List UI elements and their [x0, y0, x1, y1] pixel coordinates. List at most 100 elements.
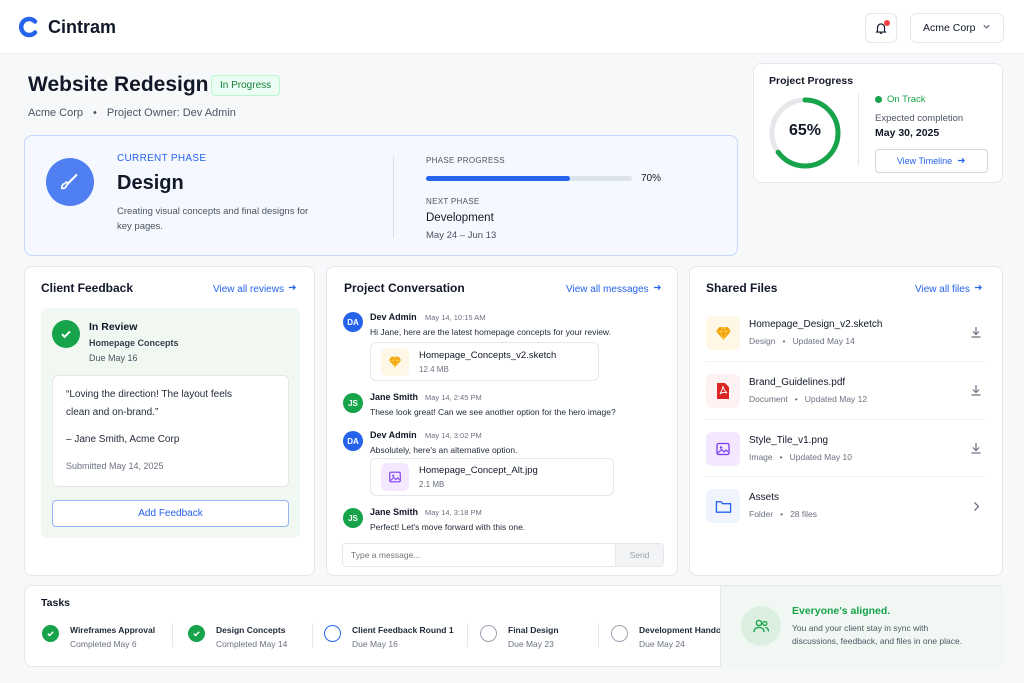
review-due: Due May 16 — [89, 353, 138, 363]
task-divider — [312, 623, 313, 647]
review-status: In Review — [89, 321, 138, 333]
next-phase-name: Development — [426, 212, 494, 224]
file-updated: Updated May 14 — [792, 336, 855, 346]
view-timeline-label: View Timeline — [896, 156, 953, 166]
attachment-info: Homepage_Concepts_v2.sketch 12.4 MB — [419, 350, 556, 374]
org-name: Acme Corp — [923, 22, 976, 34]
file-meta: Document • Updated May 12 — [749, 394, 867, 404]
sketch-icon — [381, 347, 409, 376]
task-status: Completed May 14 — [216, 639, 288, 649]
download-icon[interactable] — [970, 383, 982, 401]
current-phase-description: Creating visual concepts and final desig… — [117, 206, 309, 232]
file-type: Folder — [749, 509, 774, 519]
task-divider — [598, 623, 599, 647]
conversation-card: Project Conversation View all messages D… — [326, 266, 678, 576]
arrow-right-icon — [957, 156, 966, 167]
empty-circle-icon — [611, 625, 628, 642]
row-divider — [706, 361, 986, 362]
next-phase-dates: May 24 – Jun 13 — [426, 230, 497, 241]
task-divider — [172, 623, 173, 647]
message-input[interactable] — [343, 544, 615, 566]
on-track-status: On Track — [875, 94, 926, 105]
phase-progress-text: 70% — [641, 173, 662, 184]
quote-submitted: Submitted May 14, 2025 — [66, 461, 164, 471]
tasks-title: Tasks — [41, 597, 70, 609]
file-type: Image — [749, 452, 773, 462]
send-button[interactable]: Send — [615, 544, 663, 566]
message-text: These look great! Can we see another opt… — [370, 407, 616, 417]
cintram-logo-icon[interactable] — [18, 16, 40, 38]
message-time: May 14, 3:18 PM — [425, 508, 482, 517]
status-dot-icon — [875, 96, 882, 103]
file-row[interactable]: Homepage_Design_v2.sketch Design • Updated… — [706, 313, 988, 353]
message-attachment[interactable]: Homepage_Concepts_v2.sketch 12.4 MB — [370, 342, 599, 381]
view-all-reviews-link[interactable]: View all reviews — [213, 283, 297, 295]
task-name: Client Feedback Round 1 — [352, 625, 454, 635]
file-name: Assets — [749, 492, 780, 503]
file-name: Homepage_Design_v2.sketch — [749, 319, 883, 330]
message-text: Perfect! Let's move forward with this on… — [370, 522, 526, 532]
file-updated: Updated May 10 — [789, 452, 852, 462]
shared-files-title: Shared Files — [706, 281, 778, 295]
task-status: Due May 23 — [508, 639, 554, 649]
folder-icon — [706, 489, 740, 523]
meta-separator: • — [779, 452, 783, 462]
next-phase-label: NEXT PHASE — [426, 197, 480, 206]
expected-completion-date: May 30, 2025 — [875, 127, 940, 139]
add-feedback-label: Add Feedback — [138, 508, 203, 519]
file-meta: Image • Updated May 10 — [749, 452, 852, 462]
org-selector[interactable]: Acme Corp — [910, 13, 1004, 43]
tasks-row: Wireframes Approval Completed May 6 Design… — [42, 623, 727, 653]
current-phase-name: Design — [117, 172, 184, 194]
task-name: Design Concepts — [216, 625, 286, 635]
task-status: Due May 16 — [352, 639, 398, 649]
expected-completion-label: Expected completion — [875, 113, 964, 124]
chevron-right-icon[interactable] — [972, 499, 981, 517]
notifications-button[interactable] — [865, 13, 897, 43]
quote-line-2: clean and on-brand.” — [66, 407, 159, 418]
client-feedback-card: Client Feedback View all reviews In Revi… — [24, 266, 315, 576]
avatar: JS — [343, 508, 363, 528]
view-timeline-button[interactable]: View Timeline — [875, 149, 988, 173]
attachment-name: Homepage_Concepts_v2.sketch — [419, 349, 557, 361]
download-icon[interactable] — [970, 441, 982, 459]
meta-separator: • — [794, 394, 798, 404]
app-name[interactable]: Cintram — [48, 17, 116, 38]
sketch-icon — [706, 316, 740, 350]
image-icon — [381, 463, 409, 491]
file-type: Design — [749, 336, 776, 346]
check-circle-icon — [52, 320, 80, 348]
aligned-panel: Everyone's aligned. You and your client … — [720, 586, 1003, 667]
file-row[interactable]: Assets Folder • 28 files — [706, 486, 988, 526]
view-all-files-link[interactable]: View all files — [915, 283, 983, 295]
file-row[interactable]: Brand_Guidelines.pdf Document • Updated Ma… — [706, 371, 988, 411]
status-badge: In Progress — [211, 75, 281, 96]
review-item: Homepage Concepts — [89, 338, 179, 348]
quote-box: “Loving the direction! The layout feels … — [52, 375, 289, 487]
project-meta: Acme Corp • Project Owner: Dev Admin — [28, 107, 236, 119]
message-author: Dev Admin — [370, 430, 417, 440]
message-author: Dev Admin — [370, 312, 417, 322]
client-name: Acme Corp — [28, 107, 84, 119]
avatar: DA — [343, 431, 363, 451]
add-feedback-button[interactable]: Add Feedback — [52, 500, 289, 527]
check-circle-icon — [42, 625, 59, 642]
check-circle-icon — [188, 625, 205, 642]
aligned-text-1: You and your client stay in sync with — [792, 623, 929, 633]
tasks-card: Tasks Wireframes Approval Completed May 6… — [24, 585, 1003, 667]
file-row[interactable]: Style_Tile_v1.png Image • Updated May 10 — [706, 429, 988, 469]
file-updated: Updated May 12 — [804, 394, 868, 404]
download-icon[interactable] — [970, 325, 982, 343]
message-attachment[interactable]: Homepage_Concept_Alt.jpg 2.1 MB — [370, 458, 614, 496]
task-divider — [467, 623, 468, 647]
phase-progress-label: PHASE PROGRESS — [426, 156, 505, 165]
arrow-right-icon — [288, 283, 297, 295]
attachment-name: Homepage_Concept_Alt.jpg — [419, 465, 538, 476]
empty-circle-icon — [480, 625, 497, 642]
view-all-messages-link[interactable]: View all messages — [566, 283, 662, 295]
aligned-text-2: discussions, feedback, and files in one … — [792, 636, 963, 646]
row-divider — [706, 476, 986, 477]
shared-files-card: Shared Files View all files Homepage_Des… — [689, 266, 1003, 576]
file-updated: 28 files — [790, 509, 818, 519]
attachment-info: Homepage_Concept_Alt.jpg 2.1 MB — [419, 465, 538, 489]
